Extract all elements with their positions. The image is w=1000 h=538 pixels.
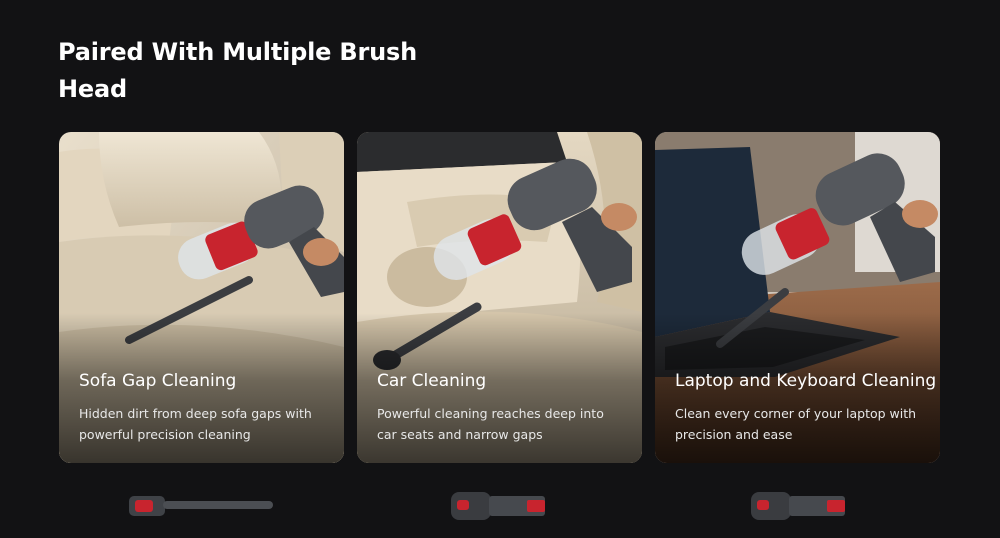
card-car-cleaning[interactable]: Car Cleaning Powerful cleaning reaches d… — [357, 132, 642, 463]
card-sofa-gap-cleaning[interactable]: Sofa Gap Cleaning Hidden dirt from deep … — [59, 132, 344, 463]
card-title: Laptop and Keyboard Cleaning — [675, 371, 937, 391]
card-description: Hidden dirt from deep sofa gaps with pow… — [79, 406, 312, 442]
section-heading: Paired With Multiple Brush Head — [58, 38, 417, 103]
card-laptop-keyboard-cleaning[interactable]: Laptop and Keyboard Cleaning Clean every… — [655, 132, 940, 463]
brush-tool-icon[interactable] — [449, 484, 549, 528]
card-description: Clean every corner of your laptop with p… — [675, 406, 917, 442]
card-title: Car Cleaning — [377, 371, 487, 391]
card-description: Powerful cleaning reaches deep into car … — [377, 406, 604, 442]
crevice-tool-icon[interactable] — [127, 484, 277, 528]
dusting-brush-icon[interactable] — [749, 484, 849, 528]
card-title: Sofa Gap Cleaning — [79, 371, 237, 391]
usage-cards: Sofa Gap Cleaning Hidden dirt from deep … — [59, 132, 940, 463]
